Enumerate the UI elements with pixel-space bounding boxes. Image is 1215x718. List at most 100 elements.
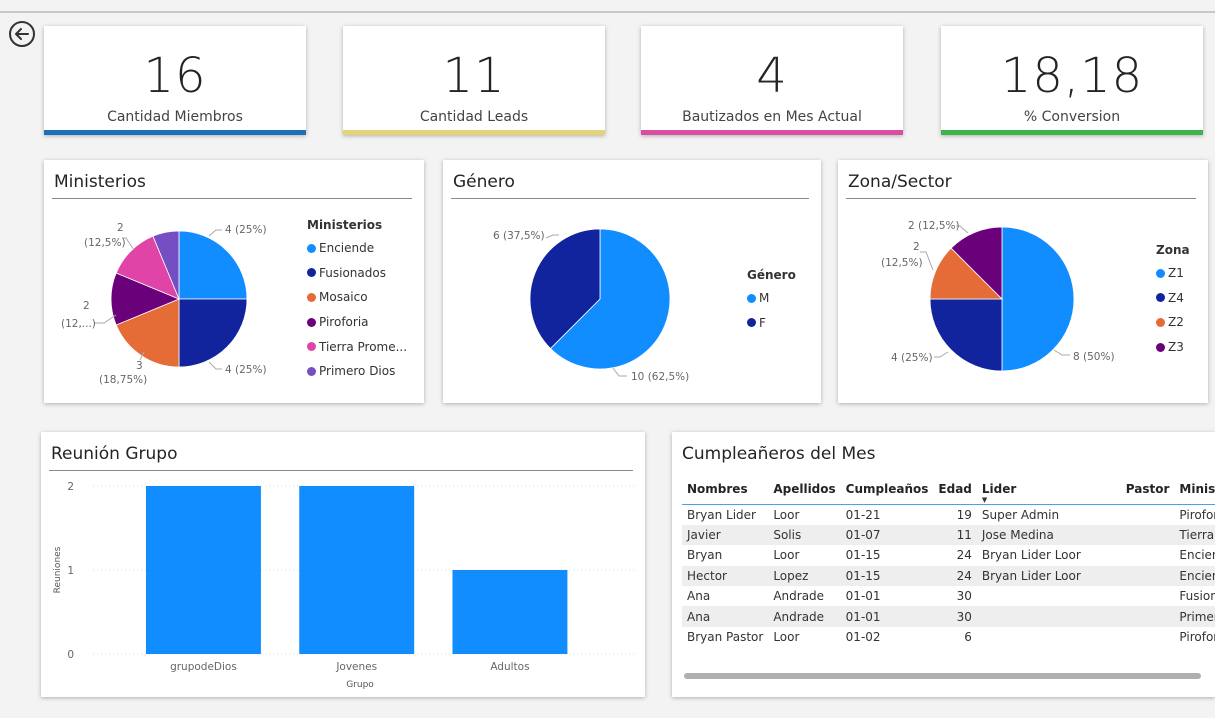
legend-item[interactable]: Z4 [1156,286,1190,311]
table-row[interactable]: Bryan Pastor Loor 01-02 6 Piroforia [682,627,1215,647]
table-row[interactable]: AnaAndrade01-0130 Primero Dios [682,606,1215,627]
column-header-lider[interactable]: Lider ▼ [976,476,1086,505]
cell: 01-15 [845,548,881,563]
pie-slice-z1[interactable] [1001,226,1075,372]
column-header-lider-label: Lider [981,482,1017,496]
legend-item[interactable]: M [747,286,796,311]
cell [1086,627,1175,647]
kpi-card-bautizados[interactable]: 4 Bautizados en Mes Actual [641,26,903,135]
genero-panel[interactable]: Género 6 (37,5%) 10 (62,5%) Género M F [443,160,821,403]
cell: 24 [956,548,972,563]
legend-item[interactable]: Fusionados [307,261,407,286]
cell: Andrade [773,589,825,604]
legend-label: Z4 [1168,290,1184,305]
column-header-pastor[interactable]: Pastor [1085,476,1175,505]
slice-label: (12,5%) [84,237,126,249]
bar-jovenes[interactable] [299,486,415,654]
cell: Solis [768,524,841,546]
pie-slice-enciende[interactable] [178,230,248,300]
cell [976,606,1086,627]
legend-dot [307,342,316,352]
legend-item[interactable]: F [747,311,796,336]
y-axis-title: Reuniones [53,546,63,593]
cell: Fusionados [1179,589,1215,604]
cell: Loor [773,548,800,563]
cell: Jose Medina [976,524,1086,546]
column-header-ministerio[interactable]: Ministerio [1174,476,1215,505]
cell: Bryan Pastor [687,630,764,645]
cell: 11 [933,524,977,546]
legend-dot [1156,342,1165,352]
legend-item[interactable]: Z2 [1156,310,1190,335]
table-row[interactable]: Bryan Loor 01-15 24 Bryan Lider Loor Enciende [682,545,1215,565]
zona-panel[interactable]: Zona/Sector 2 (12,5%) 2 (12,5%) 4 (25%) … [838,160,1208,403]
kpi-card-leads[interactable]: 11 Cantidad Leads [343,26,605,135]
cell: 01-21 [845,507,881,522]
cell: Loor [773,507,800,522]
cell: 01-01 [840,606,934,627]
legend-title: Zona [1156,243,1190,257]
legend-item[interactable]: Z3 [1156,335,1190,360]
cell [1086,586,1175,606]
slice-label: 8 (50%) [1073,351,1115,363]
legend-label: Z2 [1168,315,1184,330]
cell: Ana [687,589,711,604]
kpi-value: 18,18 [1000,48,1144,104]
x-tick-label: Adultos [490,661,529,673]
kpi-accent-bar [343,130,605,135]
cell: Javier [682,524,769,546]
cell: Piroforia [1179,507,1215,522]
kpi-label: Bautizados en Mes Actual [682,109,862,125]
table-row[interactable]: JavierSolis01-0711Jose Medina Tierra Prom… [682,524,1215,546]
slice-label: 3 [136,360,143,372]
ministerios-panel[interactable]: Ministerios 4 (25%) 4 (25%) 3 (18,75%) 2… [44,160,424,403]
cell: Enciende [1179,548,1215,563]
legend-item[interactable]: Primero Dios [307,359,407,384]
slice-label: (12,5%) [881,257,923,269]
column-header-edad[interactable]: Edad [933,476,977,505]
column-header-cumpleanos[interactable]: Cumpleaños [840,476,934,505]
slice-label: 2 [83,300,90,312]
zona-pie-chart[interactable]: 2 (12,5%) 2 (12,5%) 4 (25%) 8 (50%) [838,160,1208,403]
legend-label: Fusionados [319,265,386,280]
cumpleaneros-panel[interactable]: Cumpleañeros del Mes Nombres Apellidos C… [672,432,1215,697]
bar-grupodedios[interactable] [146,486,261,654]
column-header-nombres[interactable]: Nombres [682,476,769,505]
table-row[interactable]: HectorLopez01-1524Bryan Lider Loor Encien… [682,565,1215,587]
slice-label: 2 [913,241,920,253]
pie-slice-z4[interactable] [929,298,1003,372]
reunion-bar-chart[interactable]: 0 1 2 grupodeDios Jovenes Adultos Grupo Reuni… [41,432,645,697]
bar-adultos[interactable] [452,570,568,654]
kpi-card-miembros[interactable]: 16 Cantidad Miembros [44,26,306,135]
legend-label: Z1 [1168,266,1184,281]
cell: Hector [682,565,769,587]
column-header-apellidos[interactable]: Apellidos [768,476,841,505]
kpi-card-conversion[interactable]: 18,18 % Conversion [941,26,1203,135]
horizontal-scrollbar[interactable] [684,673,1201,679]
kpi-label: Cantidad Miembros [107,109,243,125]
legend-title: Género [747,268,796,282]
legend-dot [1156,317,1165,327]
table-row[interactable]: Ana Andrade 01-01 30 Fusionados [682,586,1215,606]
birthdays-table: Nombres Apellidos Cumpleaños Edad Lider ▼… [682,476,1215,647]
legend-item[interactable]: Tierra Prome... [307,334,407,359]
cell [1086,545,1175,565]
sort-down-icon: ▼ [981,496,988,504]
legend-item[interactable]: Piroforia [307,310,407,335]
cell [1086,505,1175,525]
legend-item[interactable]: Mosaico [307,285,407,310]
back-arrow-icon[interactable] [8,20,36,48]
legend-label: M [759,291,770,306]
legend-item[interactable]: Enciende [307,236,407,261]
legend-label: F [759,315,766,330]
panel-title: Cumpleañeros del Mes [682,444,876,464]
table-row[interactable]: Bryan Lider Loor 01-21 19 Super Admin Pirofor… [682,505,1215,525]
slice-label: 10 (62,5%) [631,371,689,383]
reunion-grupo-panel[interactable]: Reunión Grupo 0 1 2 grupodeDios Jovenes Adult… [41,432,645,697]
legend-dot [307,268,316,278]
legend-label: Z3 [1168,340,1184,355]
pie-slice-fusionados[interactable] [178,298,248,368]
genero-legend: Género M F [747,268,796,335]
kpi-accent-bar [641,130,903,135]
legend-item[interactable]: Z1 [1156,261,1190,286]
